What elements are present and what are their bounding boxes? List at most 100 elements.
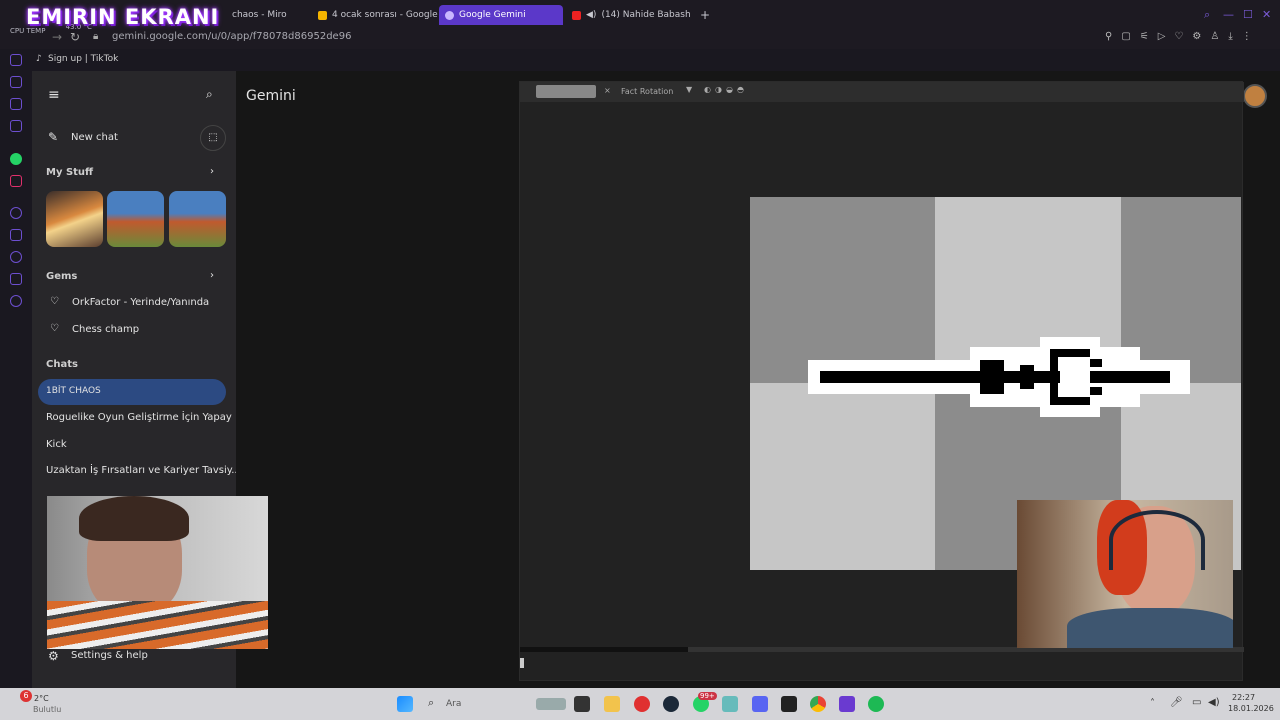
clock-date[interactable]: 18.01.2026 <box>1228 704 1274 713</box>
tool-dropdown[interactable] <box>536 85 596 98</box>
lock-icon: 🔒︎ <box>93 31 99 42</box>
my-stuff-header[interactable]: My Stuff <box>46 167 93 178</box>
app-icon[interactable] <box>839 696 855 712</box>
gem-item[interactable]: Chess champ <box>72 324 139 335</box>
editor-toolbar: × Fact Rotation ▼ ◐◑◒◓ <box>520 82 1244 102</box>
sidebar-app-icon[interactable] <box>10 76 22 88</box>
clock-time[interactable]: 22:27 <box>1232 693 1255 702</box>
tab-label: (14) Nahide Babashli - <box>601 10 690 20</box>
bookmark-tiktok[interactable]: Sign up | TikTok <box>48 54 118 64</box>
avatar[interactable] <box>1243 84 1267 108</box>
tab-label: chaos - Miro <box>232 10 287 20</box>
timeline-playhead[interactable] <box>520 658 524 668</box>
my-stuff-thumbnail[interactable] <box>46 191 103 247</box>
timeline-fill <box>520 647 688 652</box>
person-shirt <box>47 601 268 649</box>
checker-tile <box>750 197 935 383</box>
windows-start-icon[interactable] <box>397 696 413 712</box>
close-icon[interactable]: ✕ <box>1262 8 1271 21</box>
windows-taskbar: 6 2°C Bulutlu ⌕ Ara 99+ ˄ 🎤︎ ▭ ◀) 22:27 … <box>0 688 1280 720</box>
weather-temp[interactable]: 2°C <box>34 694 49 703</box>
person-shirt <box>1067 608 1233 648</box>
bookmark-bar: ♪ Sign up | TikTok <box>0 49 1280 71</box>
gem-icon: ♡ <box>50 296 59 307</box>
url-field[interactable]: gemini.google.com/u/0/app/f78078d86952de… <box>112 31 351 42</box>
chat-item[interactable]: Kick <box>46 439 67 450</box>
person-hair <box>79 496 189 541</box>
temporary-chat-icon[interactable]: ⬚ <box>200 125 226 151</box>
sidebar-app-icon[interactable] <box>10 98 22 110</box>
whatsapp-icon[interactable] <box>10 153 22 165</box>
microphone-icon[interactable]: 🎤︎ <box>1170 697 1183 708</box>
headphones-icon <box>1109 510 1205 570</box>
taskbar-search-placeholder[interactable]: Ara <box>446 699 461 709</box>
chat-item[interactable]: Uzaktan İş Fırsatları ve Kariyer Tavsiy.… <box>46 465 241 476</box>
widget-icon[interactable] <box>536 698 566 710</box>
tab-youtube[interactable]: ◀) (14) Nahide Babashli - <box>566 5 690 25</box>
google-drive-icon <box>318 10 327 20</box>
play-icon[interactable] <box>10 207 22 219</box>
file-explorer-icon[interactable] <box>604 696 620 712</box>
gem-icon: ♡ <box>50 323 59 334</box>
chevron-right-icon[interactable]: › <box>210 166 214 177</box>
tab-google-gemini[interactable]: Google Gemini <box>439 5 563 25</box>
webcam-overlay-left <box>47 496 268 649</box>
browser-side-rail <box>0 49 32 688</box>
tab-google-docs[interactable]: 4 ocak sonrası - Google D <box>312 5 438 25</box>
new-tab-button[interactable]: + <box>694 5 710 25</box>
settings-help-button[interactable]: Settings & help <box>71 650 148 661</box>
sidebar-app-icon[interactable] <box>10 120 22 132</box>
gemini-icon <box>445 10 454 20</box>
new-chat-button[interactable]: New chat <box>71 132 118 143</box>
network-icon[interactable]: ▭ <box>1192 697 1201 708</box>
spotify-icon[interactable] <box>868 696 884 712</box>
webcam-overlay-right <box>1017 500 1233 648</box>
settings-icon: ⚙ <box>48 649 59 663</box>
task-view-icon[interactable] <box>574 696 590 712</box>
chats-header: Chats <box>46 359 78 370</box>
transform-icons[interactable]: ◐◑◒◓ <box>704 85 748 94</box>
discord-icon[interactable] <box>752 696 768 712</box>
search-icon[interactable]: ⌕ <box>1204 8 1210 22</box>
bookmark-icon[interactable] <box>10 229 22 241</box>
steam-icon[interactable] <box>663 696 679 712</box>
maximize-icon[interactable]: ☐ <box>1243 8 1253 21</box>
volume-icon[interactable]: ◀) <box>1208 697 1220 708</box>
browser-tab-bar: EMIRIN EKRANI chaos - Miro 4 ocak sonras… <box>0 0 1280 29</box>
gem-item[interactable]: OrkFactor - Yerinde/Yanında <box>72 297 209 308</box>
edit-icon: ✎ <box>48 130 59 144</box>
my-stuff-thumbnail[interactable] <box>169 191 226 247</box>
instagram-icon[interactable] <box>10 175 22 187</box>
extensions-icon[interactable] <box>10 273 22 285</box>
search-icon[interactable]: ⌕ <box>206 87 213 102</box>
chat-item[interactable]: 1BİT CHAOS <box>46 386 101 396</box>
address-bar: → ↻ 🔒︎ gemini.google.com/u/0/app/f78078d… <box>0 29 1280 49</box>
extension-icons[interactable]: ⚲▢⚟▷♡⚙♙⤓⋮ <box>1105 31 1261 42</box>
weather-desc: Bulutlu <box>33 705 62 714</box>
whatsapp-badge: 99+ <box>698 692 717 700</box>
tray-chevron-icon[interactable]: ˄ <box>1150 698 1155 709</box>
minimize-icon[interactable]: — <box>1223 8 1234 21</box>
tab-label: 4 ocak sonrası - Google D <box>332 10 438 20</box>
stream-overlay-title: EMIRIN EKRANI <box>26 5 220 29</box>
chat-item[interactable]: Roguelike Oyun Geliştirme İçin Yapay ... <box>46 412 245 423</box>
search-icon[interactable]: ⌕ <box>428 696 434 710</box>
tab-miro[interactable]: chaos - Miro <box>226 5 312 25</box>
close-icon[interactable]: × <box>604 86 611 95</box>
sidebar-app-icon[interactable] <box>10 54 22 66</box>
menu-icon[interactable]: ≡ <box>48 87 60 103</box>
tab-label: Google Gemini <box>459 10 526 20</box>
speaker-icon: ◀) <box>586 10 597 20</box>
my-stuff-thumbnail[interactable] <box>107 191 164 247</box>
opera-icon[interactable] <box>634 696 650 712</box>
app-icon[interactable] <box>781 696 797 712</box>
app-icon[interactable] <box>722 696 738 712</box>
youtube-icon <box>572 10 581 20</box>
notification-badge: 6 <box>20 690 32 702</box>
chrome-icon[interactable] <box>810 696 826 712</box>
chevron-down-icon[interactable]: ▼ <box>686 85 692 94</box>
chevron-right-icon[interactable]: › <box>210 270 214 281</box>
gems-header[interactable]: Gems <box>46 271 77 282</box>
settings-icon[interactable] <box>10 295 22 307</box>
history-icon[interactable] <box>10 251 22 263</box>
